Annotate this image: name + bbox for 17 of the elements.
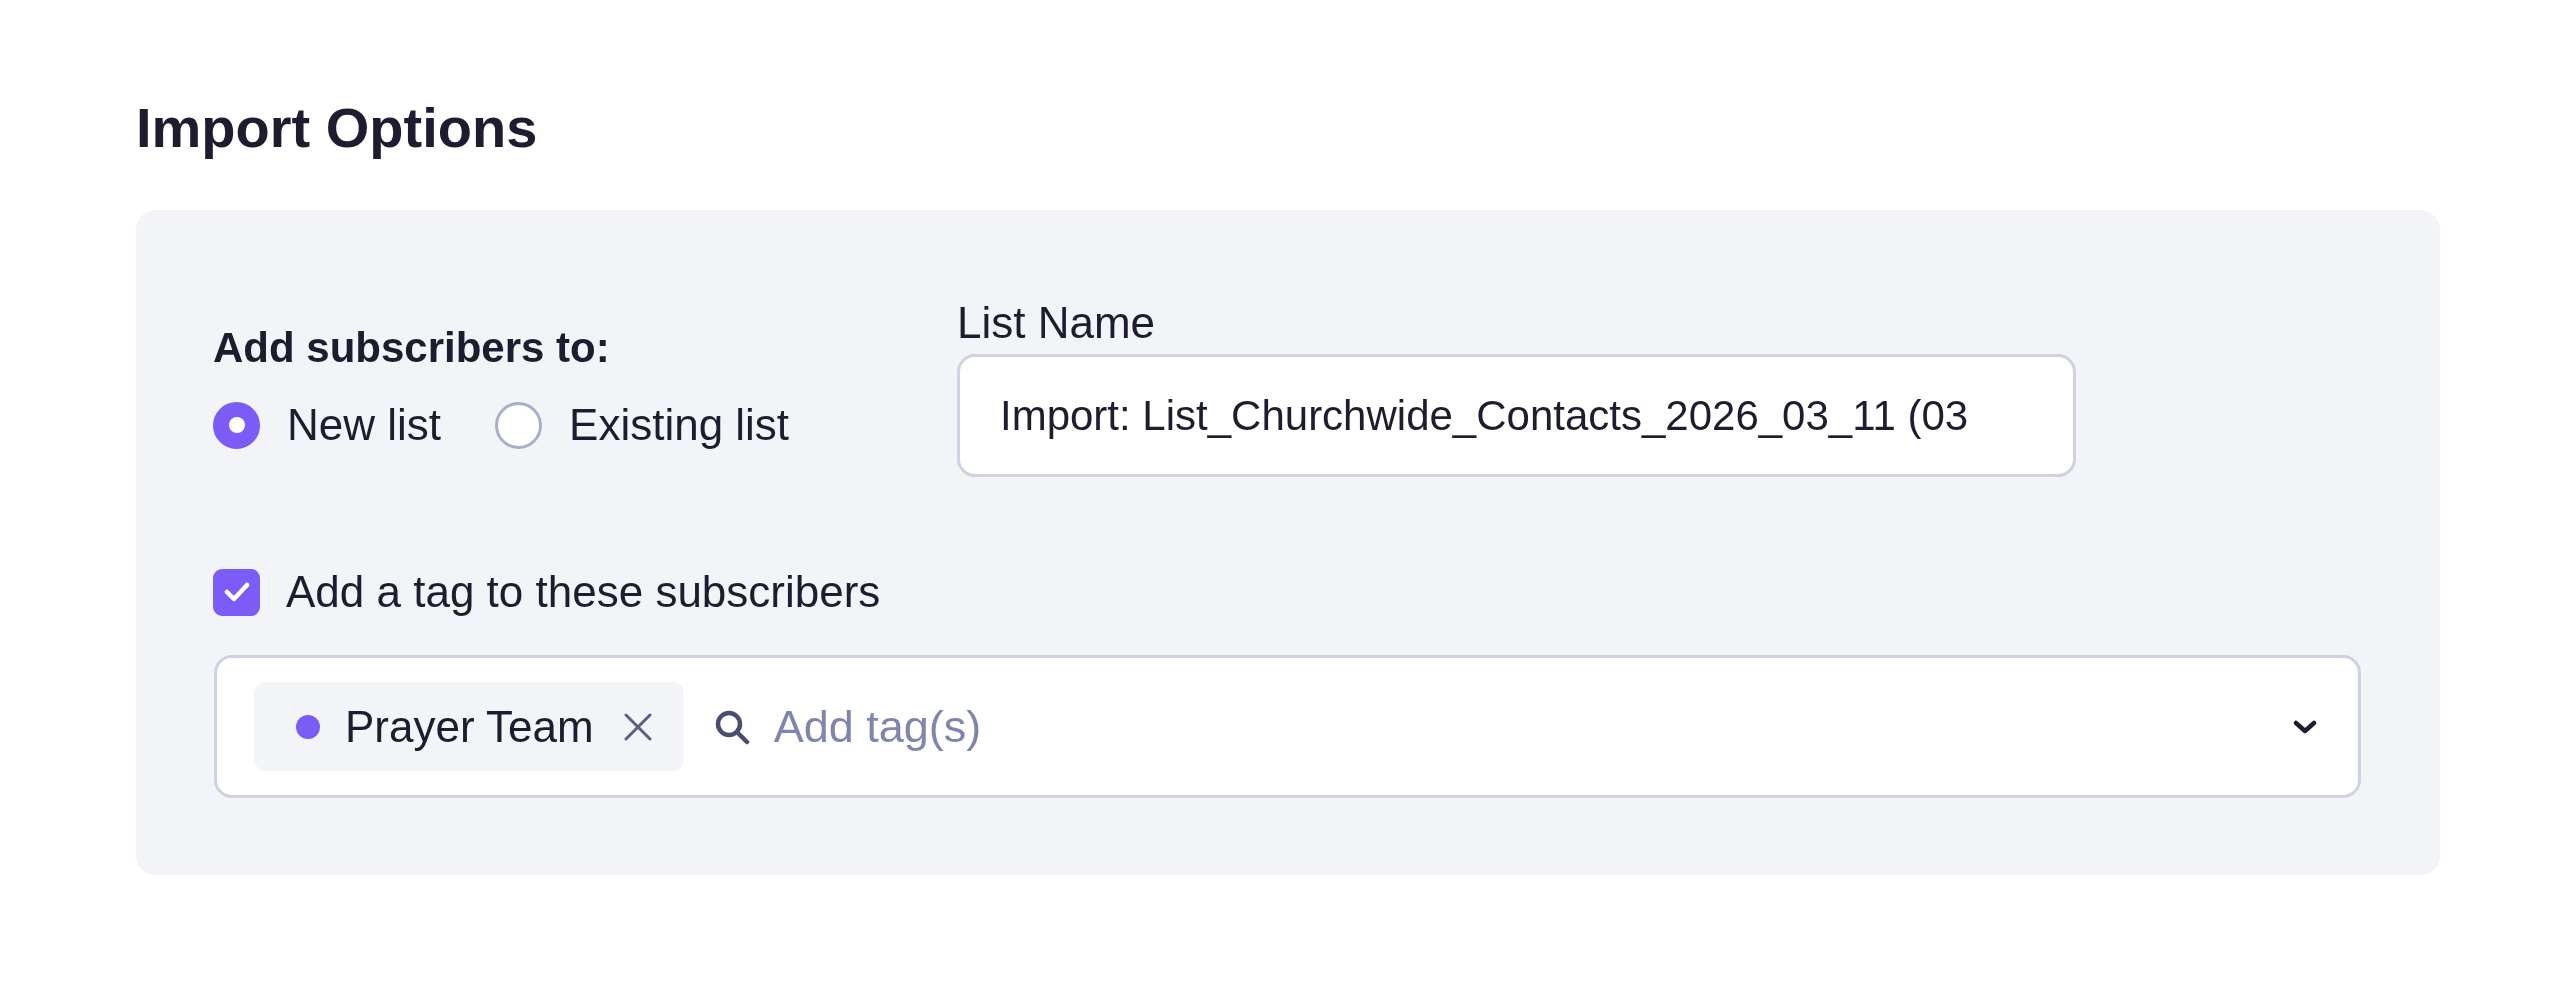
- close-icon[interactable]: [623, 712, 652, 741]
- list-name-field[interactable]: Import: List_Churchwide_Contacts_2026_03_11 (03: [957, 354, 2076, 477]
- status-dot-icon: [296, 714, 320, 739]
- tag-label: Prayer Team: [345, 701, 594, 752]
- checkmark-icon: [223, 582, 250, 602]
- tag-select-field[interactable]: Prayer Team Add tag(s): [214, 655, 2361, 798]
- radio-option[interactable]: New list: [213, 400, 442, 450]
- radio-option[interactable]: Existing list: [495, 400, 790, 450]
- checkbox-option[interactable]: Add a tag to these subscribers: [213, 567, 881, 617]
- search-icon: [713, 708, 750, 745]
- field-label: List Name: [957, 297, 1156, 349]
- checkbox[interactable]: [213, 568, 260, 616]
- chevron-down-icon[interactable]: [2293, 719, 2317, 734]
- section-title: Import Options: [136, 95, 538, 161]
- tag-search-input[interactable]: Add tag(s): [773, 700, 2293, 753]
- destination-label: Add subscribers to:: [213, 323, 610, 373]
- radio-button[interactable]: [213, 401, 260, 449]
